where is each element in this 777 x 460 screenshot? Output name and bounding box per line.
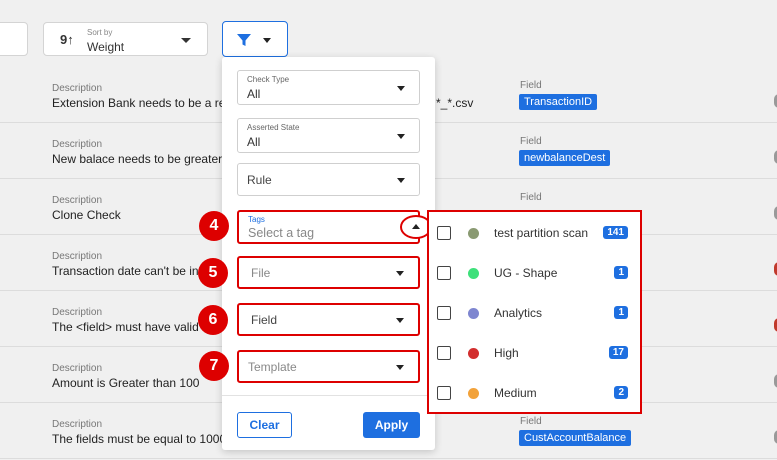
tags-label: Tags bbox=[248, 215, 265, 224]
divider bbox=[222, 395, 435, 396]
check-type-select[interactable]: Check Type All bbox=[237, 70, 420, 105]
chevron-down-icon bbox=[396, 365, 404, 370]
check-type-value: All bbox=[247, 87, 261, 101]
sort-icon: 9↑ bbox=[60, 32, 74, 47]
filter-icon bbox=[237, 34, 251, 46]
tag-option[interactable]: test partition scan 141 bbox=[429, 214, 640, 254]
description-label: Description bbox=[52, 307, 103, 318]
field-label: Field bbox=[520, 416, 542, 427]
rule-select[interactable]: Rule bbox=[237, 163, 420, 196]
asserted-state-select[interactable]: Asserted State All bbox=[237, 118, 420, 153]
field-chip[interactable]: newbalanceDest bbox=[519, 150, 611, 166]
tag-count-badge: 1 bbox=[614, 266, 628, 279]
field-label: Field bbox=[520, 136, 542, 147]
clear-button[interactable]: Clear bbox=[237, 412, 292, 438]
tag-color-dot bbox=[468, 228, 479, 239]
tags-select[interactable]: Tags Select a tag bbox=[237, 210, 432, 244]
tag-count-badge: 2 bbox=[614, 386, 628, 399]
filter-button[interactable] bbox=[222, 21, 288, 57]
description-text: The <field> must have valid bbox=[52, 320, 199, 334]
chevron-down-icon bbox=[396, 318, 404, 323]
template-label: Template bbox=[248, 360, 297, 374]
chevron-down-icon bbox=[396, 271, 404, 276]
description-label: Description bbox=[52, 363, 103, 374]
chevron-down-icon bbox=[263, 38, 271, 43]
description-label: Description bbox=[52, 139, 103, 150]
sort-select[interactable]: 9↑ Sort by Weight bbox=[43, 22, 208, 56]
field-chip[interactable]: CustAccountBalance bbox=[519, 430, 632, 446]
field-label: Field bbox=[520, 192, 542, 203]
file-select[interactable]: File bbox=[237, 256, 420, 289]
tag-count-badge: 17 bbox=[608, 346, 628, 359]
chevron-up-icon bbox=[412, 224, 420, 229]
tag-options-panel: test partition scan 141 UG - Shape 1 Ana… bbox=[427, 210, 642, 414]
description-text: Amount is Greater than 100 bbox=[52, 376, 200, 390]
tag-name: Analytics bbox=[494, 306, 543, 320]
asserted-state-label: Asserted State bbox=[247, 123, 300, 132]
field-label: Field bbox=[520, 80, 542, 91]
tag-option[interactable]: UG - Shape 1 bbox=[429, 254, 640, 294]
asserted-state-value: All bbox=[247, 135, 261, 149]
tags-placeholder: Select a tag bbox=[248, 226, 315, 240]
search-field-stub[interactable] bbox=[0, 22, 28, 56]
description-text: Transaction date can't be in bbox=[52, 264, 199, 278]
description-label: Description bbox=[52, 251, 103, 262]
tag-color-dot bbox=[468, 388, 479, 399]
step-badge-4: 4 bbox=[199, 211, 229, 241]
tag-option[interactable]: Medium 2 bbox=[429, 374, 640, 414]
chevron-down-icon bbox=[397, 86, 405, 91]
file-label: File bbox=[251, 266, 271, 280]
tag-checkbox[interactable] bbox=[437, 386, 451, 400]
chevron-down-icon bbox=[181, 38, 191, 43]
tag-color-dot bbox=[468, 308, 479, 319]
tag-option[interactable]: Analytics 1 bbox=[429, 294, 640, 334]
tag-color-dot bbox=[468, 348, 479, 359]
field-select[interactable]: Field bbox=[237, 303, 420, 336]
tag-name: High bbox=[494, 346, 519, 360]
tag-color-dot bbox=[468, 268, 479, 279]
description-label: Description bbox=[52, 83, 103, 94]
chevron-down-icon bbox=[397, 134, 405, 139]
tag-checkbox[interactable] bbox=[437, 226, 451, 240]
description-text: The fields must be equal to 1000 bbox=[52, 432, 227, 446]
tag-checkbox[interactable] bbox=[437, 306, 451, 320]
tag-name: test partition scan bbox=[494, 226, 589, 240]
tag-count-badge: 1 bbox=[614, 306, 628, 319]
tag-checkbox[interactable] bbox=[437, 266, 451, 280]
rule-label: Rule bbox=[247, 173, 272, 187]
description-text: Extension Bank needs to be a rep bbox=[52, 96, 233, 110]
step-badge-6: 6 bbox=[198, 305, 228, 335]
description-text: Clone Check bbox=[52, 208, 121, 222]
tag-count-badge: 141 bbox=[603, 226, 628, 239]
step-badge-5: 5 bbox=[198, 258, 228, 288]
step-badge-7: 7 bbox=[199, 351, 229, 381]
chevron-down-icon bbox=[397, 178, 405, 183]
tag-option[interactable]: High 17 bbox=[429, 334, 640, 374]
description-text: New balace needs to be greater bbox=[52, 152, 223, 166]
description-label: Description bbox=[52, 419, 103, 430]
field-select-label: Field bbox=[251, 313, 278, 327]
apply-button[interactable]: Apply bbox=[363, 412, 420, 438]
tag-name: UG - Shape bbox=[494, 266, 558, 280]
description-label: Description bbox=[52, 195, 103, 206]
tag-checkbox[interactable] bbox=[437, 346, 451, 360]
tag-name: Medium bbox=[494, 386, 537, 400]
file-pattern-text: *_*.csv bbox=[436, 96, 474, 110]
field-chip[interactable]: TransactionID bbox=[519, 94, 598, 110]
sort-label: Sort by bbox=[87, 28, 113, 37]
sort-value: Weight bbox=[87, 40, 125, 54]
filter-dropdown: Check Type All Asserted State All Rule T… bbox=[222, 57, 435, 450]
check-type-label: Check Type bbox=[247, 75, 290, 84]
template-select[interactable]: Template bbox=[237, 350, 420, 383]
